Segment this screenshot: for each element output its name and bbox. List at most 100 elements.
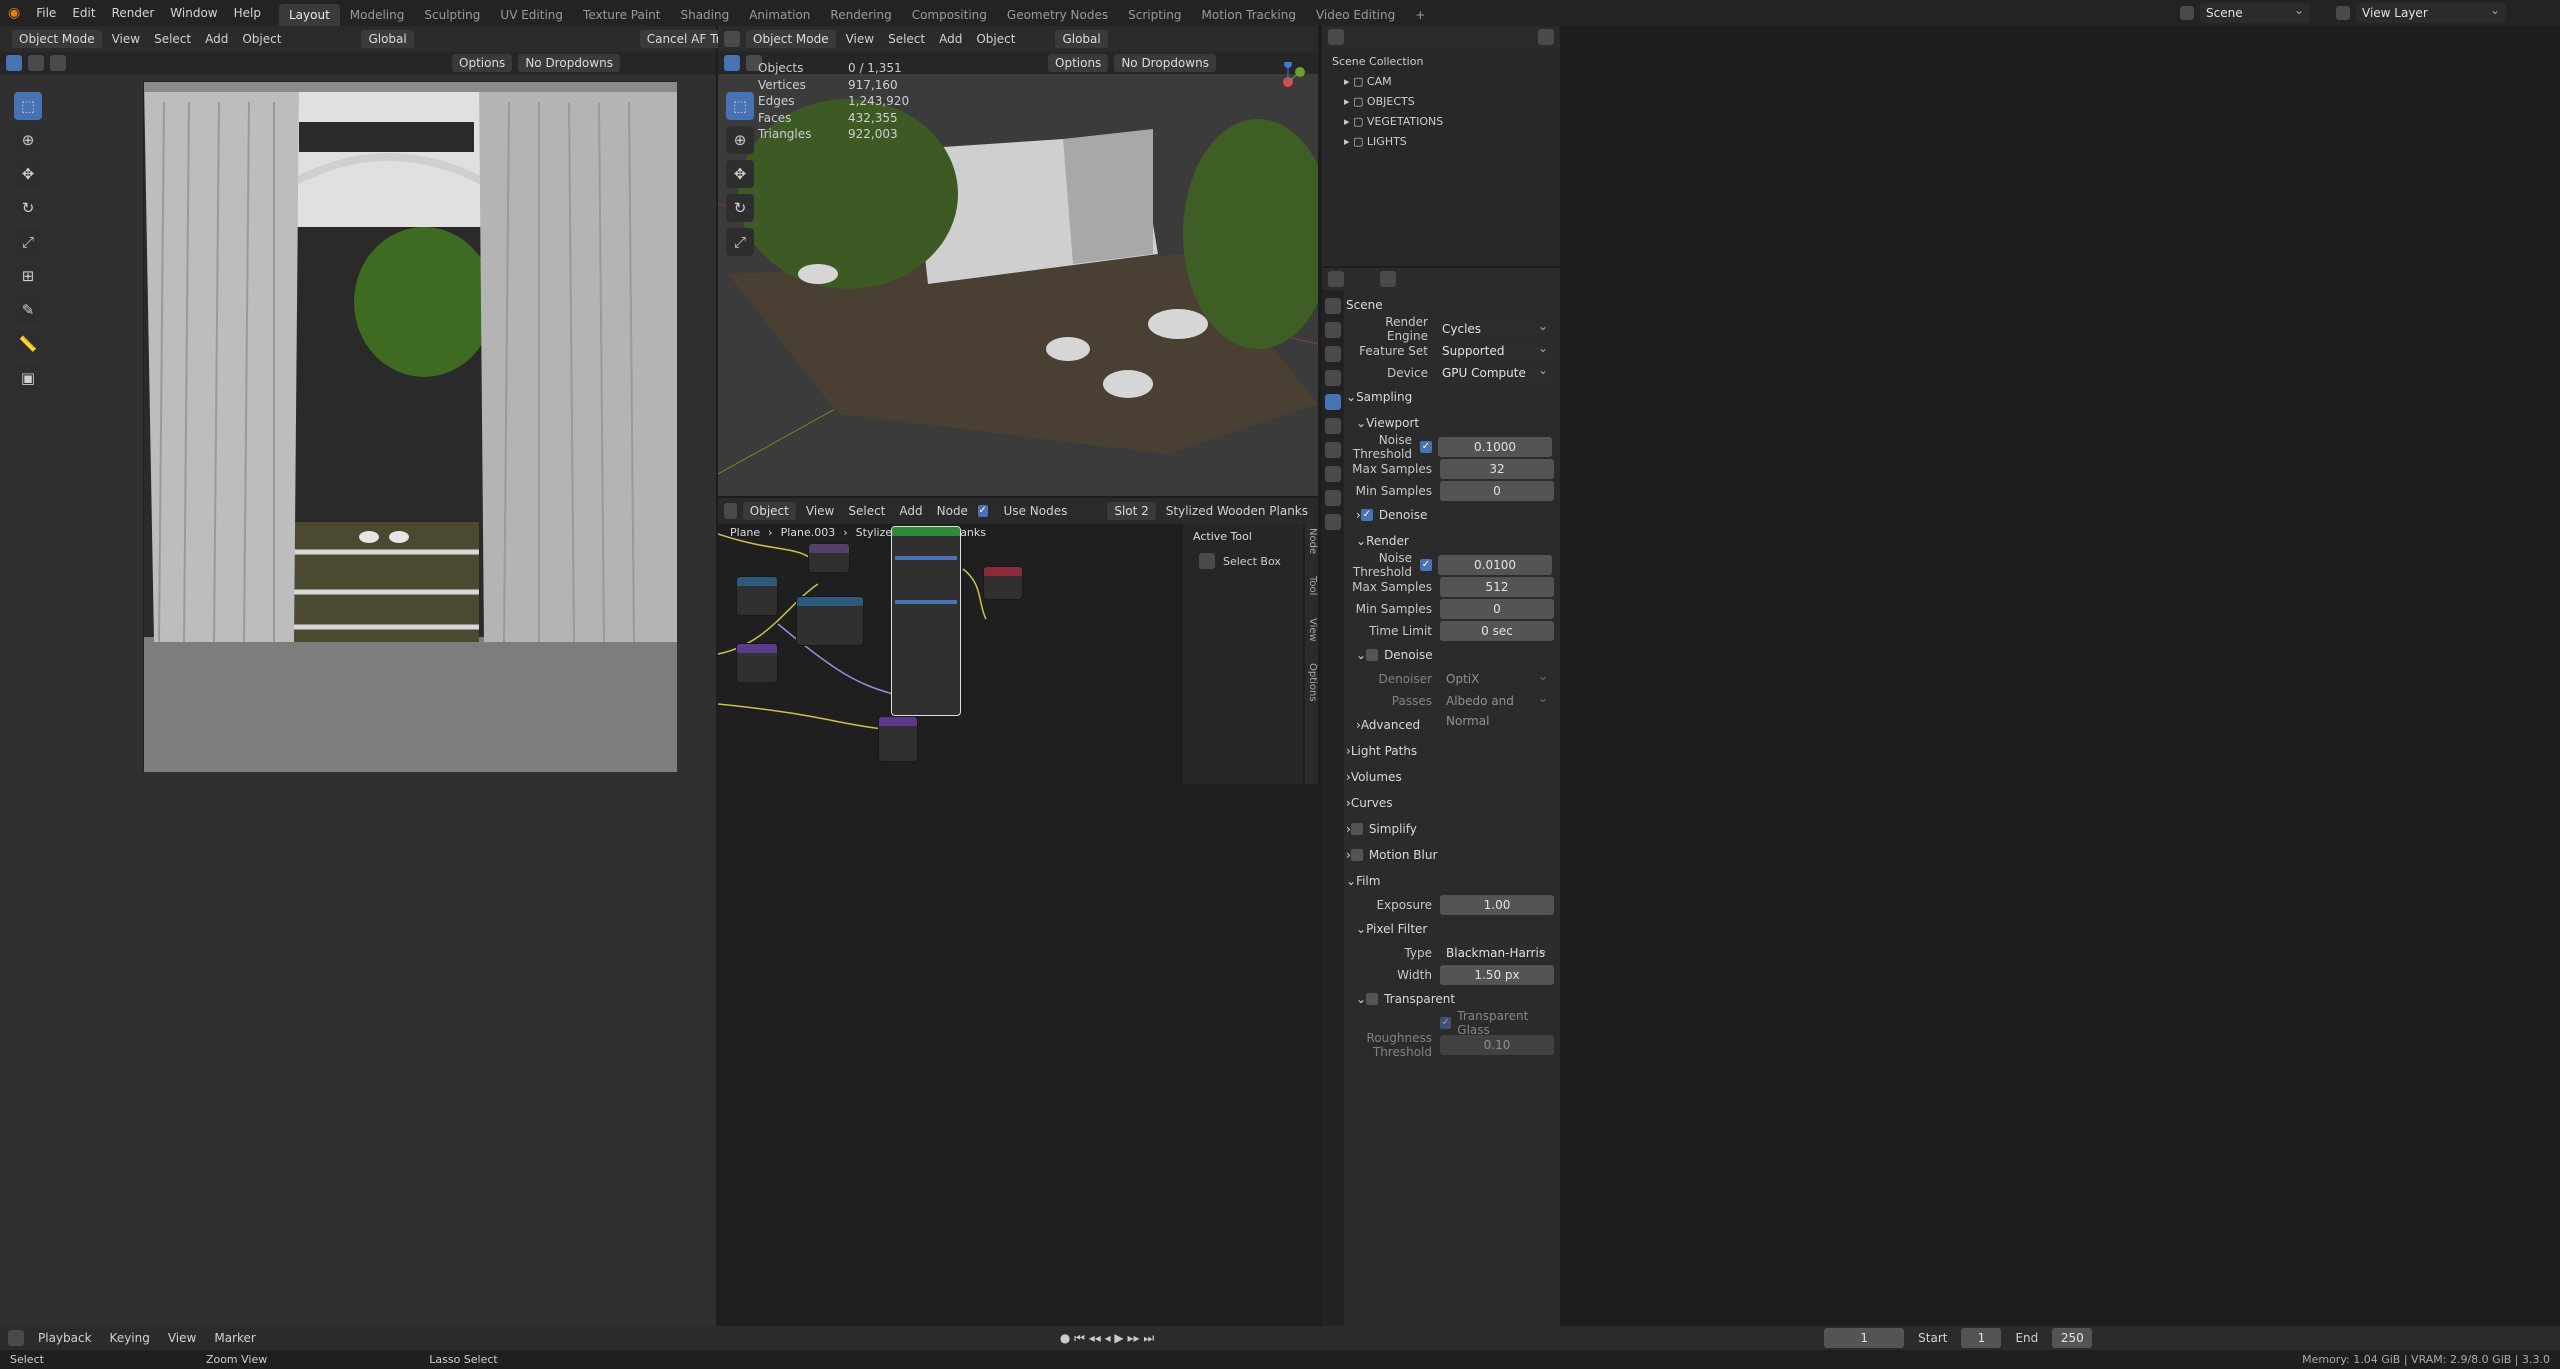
- select-box-tool-icon[interactable]: ⬚: [726, 92, 754, 120]
- end-frame-field[interactable]: 250: [2052, 1328, 2093, 1348]
- material-properties-icon[interactable]: [1325, 514, 1341, 530]
- filter-icon[interactable]: [1538, 29, 1554, 45]
- menu-render[interactable]: Render: [104, 0, 163, 26]
- options-dropdown[interactable]: Options: [452, 54, 513, 72]
- outliner-row-objects[interactable]: ▸ ▢ OBJECTS: [1332, 92, 1550, 112]
- scale-tool-icon[interactable]: ⤢: [726, 228, 754, 256]
- object-properties-icon[interactable]: [1325, 466, 1341, 482]
- select-mode-icon[interactable]: [6, 55, 22, 71]
- volumes-panel[interactable]: › Volumes: [1346, 764, 1558, 790]
- normal-map-node[interactable]: [736, 643, 778, 683]
- motion-blur-panel[interactable]: › Motion Blur: [1346, 842, 1558, 868]
- measure-tool-icon[interactable]: 📏: [14, 330, 42, 358]
- menu-playback[interactable]: Playback: [34, 1331, 96, 1345]
- tab-view[interactable]: View: [1305, 618, 1318, 642]
- curves-panel[interactable]: › Curves: [1346, 790, 1558, 816]
- menu-view[interactable]: View: [164, 1331, 200, 1345]
- menu-select[interactable]: Select: [844, 504, 889, 518]
- scene-collection-row[interactable]: Scene Collection: [1332, 52, 1550, 72]
- tab-geometry-nodes[interactable]: Geometry Nodes: [997, 4, 1118, 26]
- view-layer-selector[interactable]: View Layer: [2356, 0, 2506, 23]
- tab-modeling[interactable]: Modeling: [340, 4, 415, 26]
- roughness-threshold-field[interactable]: 0.10: [1440, 1035, 1554, 1055]
- transform-tool-icon[interactable]: ⊞: [14, 262, 42, 290]
- rotate-tool-icon[interactable]: ↻: [726, 194, 754, 222]
- view-layer-icon[interactable]: [1325, 370, 1341, 386]
- add-workspace-button[interactable]: +: [1405, 4, 1435, 26]
- render-noise-checkbox[interactable]: ✓: [1420, 559, 1432, 571]
- move-tool-icon[interactable]: ✥: [726, 160, 754, 188]
- outliner-row-vegetations[interactable]: ▸ ▢ VEGETATIONS: [1332, 112, 1550, 132]
- mix-node[interactable]: [808, 543, 850, 573]
- outliner-row-cam[interactable]: ▸ ▢ CAM: [1332, 72, 1550, 92]
- tab-scripting[interactable]: Scripting: [1118, 4, 1191, 26]
- render-max-samples-field[interactable]: 512: [1440, 577, 1554, 597]
- editor-type-icon[interactable]: [8, 1330, 24, 1346]
- tab-options[interactable]: Options: [1305, 663, 1318, 702]
- simplify-panel[interactable]: › Simplify: [1346, 816, 1558, 842]
- rotate-tool-icon[interactable]: ↻: [14, 194, 42, 222]
- scene-selector[interactable]: Scene: [2200, 0, 2310, 23]
- no-dropdowns-button[interactable]: No Dropdowns: [518, 54, 620, 72]
- menu-file[interactable]: File: [28, 0, 64, 26]
- tab-rendering[interactable]: Rendering: [820, 4, 901, 26]
- editor-type-icon[interactable]: [724, 503, 737, 519]
- move-tool-icon[interactable]: ✥: [14, 160, 42, 188]
- passes-dropdown[interactable]: Albedo and Normal: [1440, 688, 1554, 728]
- playback-controls[interactable]: ● ⏮ ◂◂ ◂ ▶ ▸▸ ⏭: [1060, 1331, 1154, 1346]
- editor-type-icon[interactable]: [1328, 29, 1344, 45]
- world-properties-icon[interactable]: [1325, 418, 1341, 434]
- mode-selector[interactable]: Object Mode: [12, 30, 102, 48]
- mode-selector[interactable]: Object Mode: [746, 30, 836, 48]
- collection-properties-icon[interactable]: [1325, 442, 1341, 458]
- tab-video-editing[interactable]: Video Editing: [1306, 4, 1405, 26]
- color-ramp-node[interactable]: [796, 596, 864, 646]
- menu-add[interactable]: Add: [935, 32, 966, 46]
- transform-orientation[interactable]: Global: [361, 30, 414, 48]
- outliner[interactable]: Scene Collection ▸ ▢ CAM ▸ ▢ OBJECTS ▸ ▢…: [1322, 26, 1560, 266]
- transparent-glass-checkbox[interactable]: ✓: [1440, 1017, 1452, 1029]
- tab-texture-paint[interactable]: Texture Paint: [573, 4, 670, 26]
- transparent-checkbox[interactable]: [1366, 993, 1379, 1005]
- material-name[interactable]: Stylized Wooden Planks: [1162, 504, 1312, 518]
- render-denoise-header[interactable]: ⌄ Denoise: [1346, 642, 1558, 668]
- scale-tool-icon[interactable]: ⤢: [14, 228, 42, 256]
- tab-compositing[interactable]: Compositing: [902, 4, 997, 26]
- viewport-noise-field[interactable]: 0.1000: [1438, 437, 1552, 457]
- light-paths-panel[interactable]: › Light Paths: [1346, 738, 1558, 764]
- menu-view[interactable]: View: [842, 32, 878, 46]
- render-noise-field[interactable]: 0.0100: [1438, 555, 1552, 575]
- left-viewport[interactable]: Object Mode View Select Add Object Globa…: [0, 26, 768, 1326]
- time-limit-field[interactable]: 0 sec: [1440, 621, 1554, 641]
- exposure-field[interactable]: 1.00: [1440, 895, 1554, 915]
- node-editor[interactable]: Object View Select Add Node ✓ Use Nodes S…: [718, 498, 1318, 1326]
- select-box-icon[interactable]: [1199, 553, 1215, 569]
- start-frame-field[interactable]: 1: [1961, 1328, 2002, 1348]
- tool-settings-icon[interactable]: [1325, 298, 1341, 314]
- feature-set-dropdown[interactable]: Supported: [1436, 338, 1554, 361]
- filter-width-field[interactable]: 1.50 px: [1440, 965, 1554, 985]
- menu-add[interactable]: Add: [895, 504, 926, 518]
- output-properties-icon[interactable]: [1325, 346, 1341, 362]
- menu-object[interactable]: Object: [972, 32, 1019, 46]
- select-mode-icon[interactable]: [724, 55, 740, 71]
- menu-node[interactable]: Node: [933, 504, 972, 518]
- tab-uv-editing[interactable]: UV Editing: [490, 4, 573, 26]
- timeline[interactable]: Playback Keying View Marker ● ⏮ ◂◂ ◂ ▶ ▸…: [0, 1326, 2560, 1350]
- menu-add[interactable]: Add: [201, 32, 232, 46]
- tab-animation[interactable]: Animation: [739, 4, 820, 26]
- simplify-checkbox[interactable]: [1350, 823, 1363, 835]
- menu-select[interactable]: Select: [150, 32, 195, 46]
- menu-view[interactable]: View: [802, 504, 838, 518]
- sampling-panel-header[interactable]: ⌄ Sampling: [1346, 384, 1558, 410]
- scene-properties-icon[interactable]: [1325, 394, 1341, 410]
- render-denoise-checkbox[interactable]: [1366, 649, 1379, 661]
- outliner-row-lights[interactable]: ▸ ▢ LIGHTS: [1332, 132, 1550, 152]
- editor-type-icon[interactable]: [1328, 271, 1344, 287]
- options-dropdown[interactable]: Options: [1048, 54, 1109, 72]
- menu-select[interactable]: Select: [884, 32, 929, 46]
- material-output-node[interactable]: [983, 566, 1023, 600]
- menu-view[interactable]: View: [108, 32, 144, 46]
- modifier-properties-icon[interactable]: [1325, 490, 1341, 506]
- tab-sculpting[interactable]: Sculpting: [414, 4, 490, 26]
